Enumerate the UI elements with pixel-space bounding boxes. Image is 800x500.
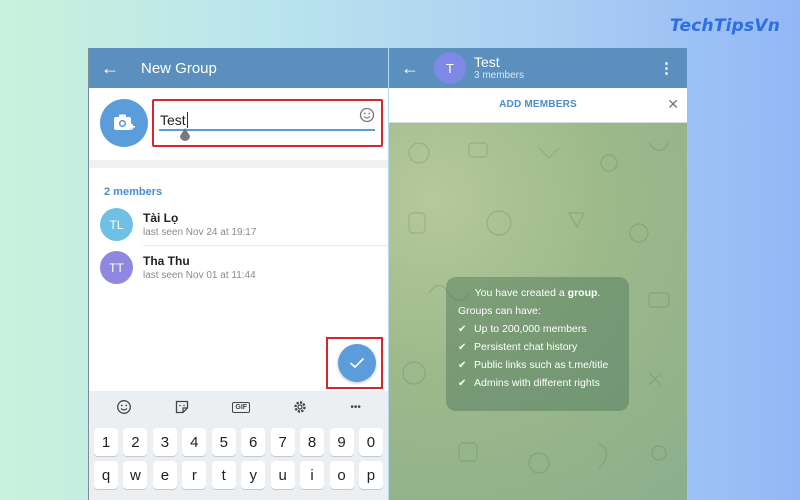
key[interactable]: r: [182, 461, 207, 489]
new-group-header: ← New Group: [89, 48, 388, 88]
key[interactable]: u: [270, 461, 295, 489]
group-avatar[interactable]: T: [434, 52, 466, 84]
camera-add-icon: [114, 114, 135, 130]
cursor-handle-icon[interactable]: [178, 128, 192, 144]
avatar: TL: [100, 208, 133, 241]
add-members-bar: ADD MEMBERS ✕: [389, 88, 687, 123]
key[interactable]: 7: [270, 428, 295, 456]
sticker-icon[interactable]: [174, 399, 190, 415]
info-heading-text: You have created a: [474, 287, 568, 299]
key[interactable]: 9: [329, 428, 354, 456]
info-heading-bold: group: [567, 287, 598, 299]
check-icon: ✔: [458, 359, 467, 371]
gif-icon[interactable]: GIF: [232, 401, 251, 413]
key[interactable]: p: [358, 461, 383, 489]
key[interactable]: 8: [300, 428, 325, 456]
chat-header: ← T Test 3 members ⋮: [389, 48, 687, 88]
key[interactable]: t: [211, 461, 236, 489]
keyboard-toolbar: GIF •••: [89, 391, 388, 423]
info-item-text: Admins with different rights: [474, 377, 600, 389]
key[interactable]: w: [123, 461, 148, 489]
back-arrow-icon[interactable]: ←: [101, 58, 141, 79]
checkmark-icon: [350, 358, 364, 368]
check-icon: ✔: [458, 323, 467, 335]
page-title: New Group: [141, 59, 217, 77]
group-title[interactable]: Test: [474, 54, 500, 70]
settings-icon[interactable]: [292, 399, 308, 415]
info-item-text: Public links such as t.me/title: [474, 359, 609, 371]
close-icon[interactable]: ✕: [667, 96, 679, 113]
set-photo-button[interactable]: [100, 99, 148, 147]
emoji-icon[interactable]: [116, 399, 132, 415]
avatar: TT: [100, 251, 133, 284]
more-icon[interactable]: •••: [350, 402, 361, 413]
confirm-button[interactable]: [338, 344, 376, 382]
info-item: ✔ Public links such as t.me/title: [458, 359, 617, 371]
info-item-text: Up to 200,000 members: [474, 323, 587, 335]
letter-row: q w e r t y u i o p: [89, 461, 388, 489]
group-chat-screen: ← T Test 3 members ⋮ ADD MEMBERS ✕ You h…: [389, 48, 687, 500]
key[interactable]: 6: [241, 428, 266, 456]
info-heading-end: .: [597, 287, 601, 299]
key[interactable]: y: [241, 461, 266, 489]
group-name-value: Test: [160, 112, 186, 128]
info-item: ✔ Up to 200,000 members: [458, 323, 617, 335]
new-group-screen: ← New Group Test 2 members TL Tài Lọ las…: [88, 48, 388, 500]
smiley-icon[interactable]: [359, 107, 375, 123]
member-row[interactable]: TL Tài Lọ last seen Nov 24 at 19:17: [89, 203, 388, 246]
key[interactable]: 1: [94, 428, 118, 456]
more-vertical-icon[interactable]: ⋮: [659, 59, 674, 77]
member-name: Tha Thu: [143, 254, 190, 268]
key[interactable]: 4: [182, 428, 207, 456]
text-caret: [186, 112, 188, 128]
number-row: 1 2 3 4 5 6 7 8 9 0: [89, 428, 388, 456]
member-status: last seen Nov 24 at 19:17: [143, 227, 257, 238]
check-icon: ✔: [458, 341, 467, 353]
key[interactable]: 2: [123, 428, 148, 456]
add-members-button[interactable]: ADD MEMBERS: [389, 99, 687, 110]
info-heading: You have created a group.: [458, 287, 617, 299]
info-item: ✔ Persistent chat history: [458, 341, 617, 353]
member-name: Tài Lọ: [143, 211, 179, 225]
group-name-input[interactable]: Test: [152, 99, 383, 147]
section-divider: [89, 160, 388, 168]
key[interactable]: i: [300, 461, 325, 489]
members-count-label: 2 members: [104, 186, 163, 198]
confirm-highlight: [326, 337, 383, 389]
key[interactable]: 5: [211, 428, 236, 456]
keyboard: GIF ••• 1 2 3 4 5 6 7 8 9 0 q w e r t y: [89, 391, 388, 500]
info-item: ✔ Admins with different rights: [458, 377, 617, 389]
key[interactable]: 0: [358, 428, 383, 456]
brand-watermark: TechTipsVn: [669, 16, 780, 36]
group-member-count: 3 members: [474, 70, 525, 81]
group-created-info: You have created a group. Groups can hav…: [446, 277, 629, 411]
back-arrow-icon[interactable]: ←: [401, 58, 419, 79]
chat-background: You have created a group. Groups can hav…: [389, 123, 687, 500]
info-subheading: Groups can have:: [458, 305, 541, 317]
member-row[interactable]: TT Tha Thu last seen Nov 01 at 11:44: [89, 246, 388, 289]
member-status: last seen Nov 01 at 11:44: [143, 270, 256, 281]
key[interactable]: e: [152, 461, 177, 489]
group-name-row: Test: [89, 88, 388, 158]
key[interactable]: o: [329, 461, 354, 489]
check-icon: ✔: [458, 377, 467, 389]
key[interactable]: q: [94, 461, 118, 489]
key[interactable]: 3: [152, 428, 177, 456]
info-item-text: Persistent chat history: [474, 341, 578, 353]
